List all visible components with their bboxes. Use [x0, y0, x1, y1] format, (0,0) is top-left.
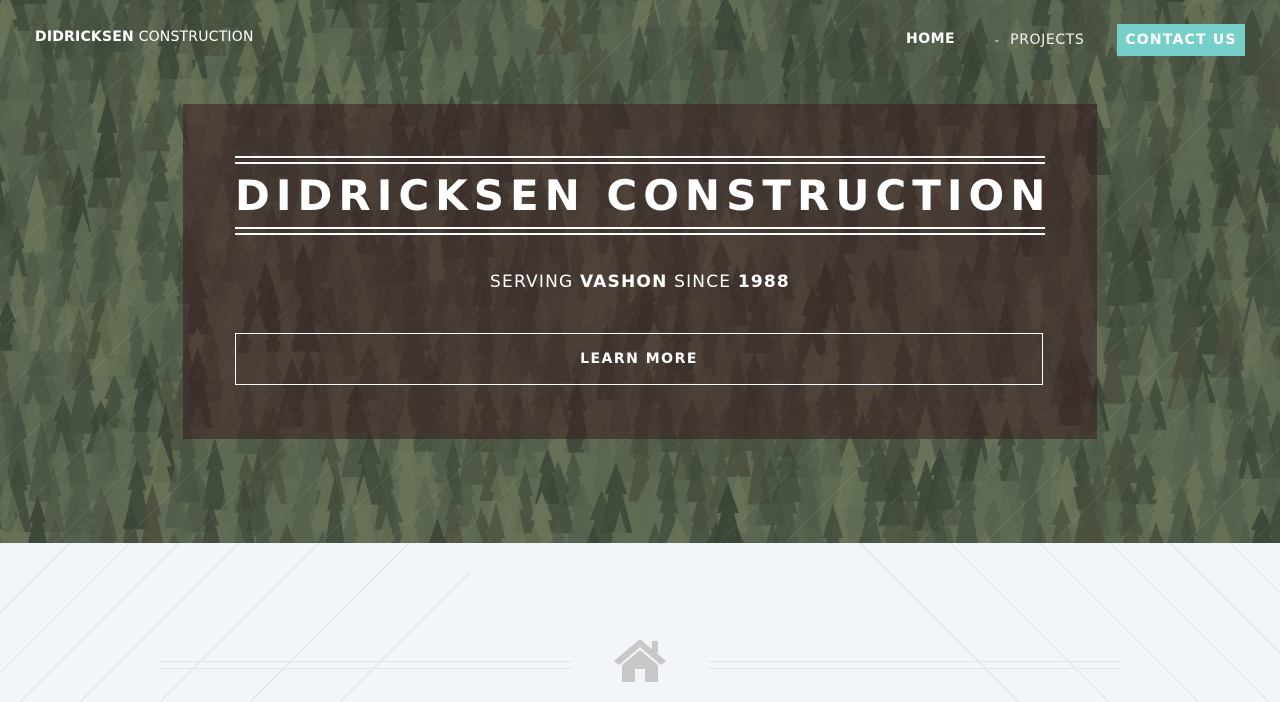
- hero-section: DIDRICKSEN CONSTRUCTION HOME ⌄ PROJECTS …: [0, 0, 1280, 543]
- tagline-text-1: SERVING: [490, 272, 580, 292]
- divider-left: [160, 661, 572, 669]
- brand-light: CONSTRUCTION: [138, 29, 254, 45]
- intro-section: [0, 543, 1280, 702]
- tagline-text-2: SINCE: [667, 272, 738, 292]
- contact-us-button[interactable]: CONTACT US: [1117, 24, 1245, 56]
- nav-projects-dropdown[interactable]: ⌄ PROJECTS: [993, 32, 1084, 48]
- brand-logo[interactable]: DIDRICKSEN CONSTRUCTION: [35, 29, 254, 45]
- home-icon: [614, 639, 666, 682]
- hero-tagline: SERVING VASHON SINCE 1988: [235, 272, 1045, 292]
- hero-title: DIDRICKSEN CONSTRUCTION: [235, 171, 1052, 220]
- tagline-year: 1988: [737, 272, 790, 292]
- title-rule-top-inner: [235, 162, 1045, 164]
- tagline-location: VASHON: [579, 272, 668, 292]
- divider-right: [708, 661, 1120, 669]
- hero-title-box: DIDRICKSEN CONSTRUCTION SERVING VASHON S…: [183, 104, 1097, 439]
- chevron-down-icon: ⌄: [993, 35, 1002, 45]
- nav-home-link[interactable]: HOME: [906, 31, 955, 47]
- learn-more-button[interactable]: LEARN MORE: [235, 333, 1043, 385]
- title-rule-top: [235, 156, 1045, 158]
- title-rule-bottom: [235, 233, 1045, 235]
- brand-bold: DIDRICKSEN: [35, 29, 134, 45]
- title-rule-bottom-inner: [235, 227, 1045, 229]
- nav-projects-label: PROJECTS: [1010, 32, 1085, 48]
